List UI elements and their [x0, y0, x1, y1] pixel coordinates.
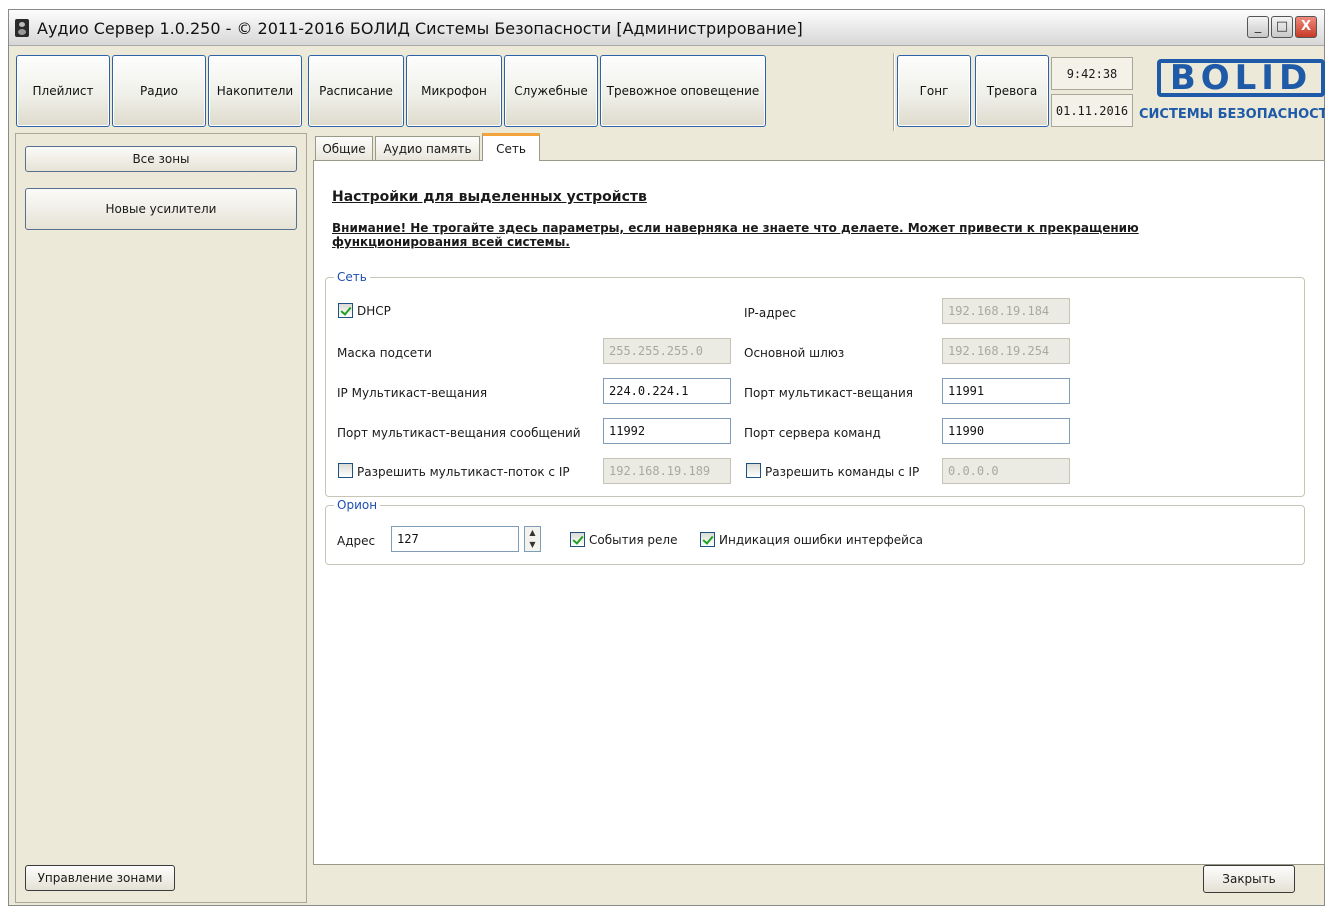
toolbar-button-label: Микрофон: [421, 84, 487, 98]
toolbar-button-label: Служебные: [514, 84, 588, 98]
ip-address-label: IP-адрес: [744, 306, 797, 320]
toolbar-button-microphone[interactable]: Микрофон: [406, 55, 502, 127]
toolbar-button-label: Плейлист: [32, 84, 94, 98]
msg-multicast-port-field[interactable]: 11992: [603, 418, 731, 444]
network-settings-page: Настройки для выделенных устройств Внима…: [313, 160, 1325, 865]
all-zones-button[interactable]: Все зоны: [25, 146, 297, 172]
allow-multicast-ip-field[interactable]: 192.168.19.189: [603, 458, 731, 484]
gateway-label: Основной шлюз: [744, 346, 845, 360]
manage-zones-button[interactable]: Управление зонами: [25, 865, 175, 891]
interface-error-checkbox[interactable]: [700, 532, 715, 547]
zones-panel: Все зоны Новые усилители Управление зона…: [15, 133, 307, 903]
close-button[interactable]: Закрыть: [1203, 865, 1295, 893]
allow-commands-checkbox[interactable]: [746, 463, 761, 478]
logo-wordmark: BOLID: [1157, 59, 1325, 97]
date-display: 01.11.2016: [1051, 94, 1133, 127]
gong-label: Гонг: [919, 84, 949, 98]
page-title: Настройки для выделенных устройств: [332, 189, 647, 205]
command-server-port-label: Порт сервера команд: [744, 426, 881, 440]
speaker-icon: [15, 19, 29, 37]
address-spinner[interactable]: ▲ ▼: [524, 526, 541, 552]
interface-error-label: Индикация ошибки интерфейса: [719, 533, 923, 547]
spin-down-icon[interactable]: ▼: [525, 539, 540, 551]
tab-audio-memory[interactable]: Аудио память: [375, 136, 480, 160]
dhcp-label: DHCP: [357, 304, 391, 318]
toolbar-button-playlist[interactable]: Плейлист: [16, 55, 110, 127]
gateway-field[interactable]: 192.168.19.254: [942, 338, 1070, 364]
main-toolbar: Плейлист Радио Накопители Расписание Мик…: [9, 47, 1325, 133]
relay-events-checkbox[interactable]: [570, 532, 585, 547]
close-window-button[interactable]: X: [1295, 16, 1317, 38]
msg-multicast-port-label: Порт мультикаст-вещания сообщений: [337, 426, 581, 440]
allow-commands-label: Разрешить команды с IP: [765, 465, 920, 479]
toolbar-button-radio[interactable]: Радио: [112, 55, 206, 127]
maximize-button[interactable]: □: [1271, 16, 1293, 38]
orion-group: Орион Адрес 127 ▲ ▼ События реле Индикац…: [325, 498, 1305, 565]
gong-button[interactable]: Гонг: [897, 55, 971, 127]
warning-text: Внимание! Не трогайте здесь параметры, е…: [332, 221, 1139, 249]
window-title: Аудио Сервер 1.0.250 - © 2011-2016 БОЛИД…: [37, 19, 803, 38]
relay-events-label: События реле: [589, 533, 678, 547]
allow-commands-ip-field[interactable]: 0.0.0.0: [942, 458, 1070, 484]
bolid-logo: BOLID СИСТЕМЫ БЕЗОПАСНОСТИ: [1137, 57, 1325, 129]
alarm-button[interactable]: Тревога: [975, 55, 1049, 127]
tab-network[interactable]: Сеть: [482, 133, 540, 161]
command-server-port-field[interactable]: 11990: [942, 418, 1070, 444]
title-bar[interactable]: Аудио Сервер 1.0.250 - © 2011-2016 БОЛИД…: [9, 10, 1324, 46]
multicast-ip-field[interactable]: 224.0.224.1: [603, 378, 731, 404]
toolbar-button-emergency[interactable]: Тревожное оповещение: [600, 55, 766, 127]
toolbar-button-schedule[interactable]: Расписание: [308, 55, 404, 127]
toolbar-separator: [893, 53, 895, 131]
allow-multicast-checkbox[interactable]: [338, 463, 353, 478]
logo-subtitle: СИСТЕМЫ БЕЗОПАСНОСТИ: [1139, 107, 1325, 122]
toolbar-button-label: Тревожное оповещение: [606, 84, 760, 98]
toolbar-button-label: Накопители: [216, 84, 294, 98]
toolbar-button-service[interactable]: Служебные: [504, 55, 598, 127]
spin-up-icon[interactable]: ▲: [525, 527, 540, 539]
subnet-mask-field[interactable]: 255.255.255.0: [603, 338, 731, 364]
orion-group-legend: Орион: [334, 498, 381, 512]
ip-address-field[interactable]: 192.168.19.184: [942, 298, 1070, 324]
multicast-port-field[interactable]: 11991: [942, 378, 1070, 404]
toolbar-button-label: Расписание: [319, 84, 393, 98]
network-group-legend: Сеть: [334, 270, 370, 284]
multicast-ip-label: IP Мультикаст-вещания: [337, 386, 488, 400]
time-display: 9:42:38: [1051, 57, 1133, 90]
dhcp-checkbox[interactable]: [338, 303, 353, 318]
toolbar-button-storage[interactable]: Накопители: [208, 55, 302, 127]
new-amplifiers-button[interactable]: Новые усилители: [25, 188, 297, 230]
app-window: Аудио Сервер 1.0.250 - © 2011-2016 БОЛИД…: [8, 9, 1325, 906]
address-field[interactable]: 127: [391, 526, 519, 552]
multicast-port-label: Порт мультикаст-вещания: [744, 386, 913, 400]
alarm-label: Тревога: [986, 84, 1038, 98]
subnet-mask-label: Маска подсети: [337, 346, 432, 360]
toolbar-button-label: Радио: [139, 84, 179, 98]
address-label: Адрес: [337, 534, 376, 548]
minimize-button[interactable]: _: [1247, 16, 1269, 38]
tab-general[interactable]: Общие: [315, 136, 373, 160]
allow-multicast-label: Разрешить мультикаст-поток с IP: [357, 465, 570, 479]
network-group: Сеть DHCP IP-адрес 192.168.19.184 Маска …: [325, 270, 1305, 497]
